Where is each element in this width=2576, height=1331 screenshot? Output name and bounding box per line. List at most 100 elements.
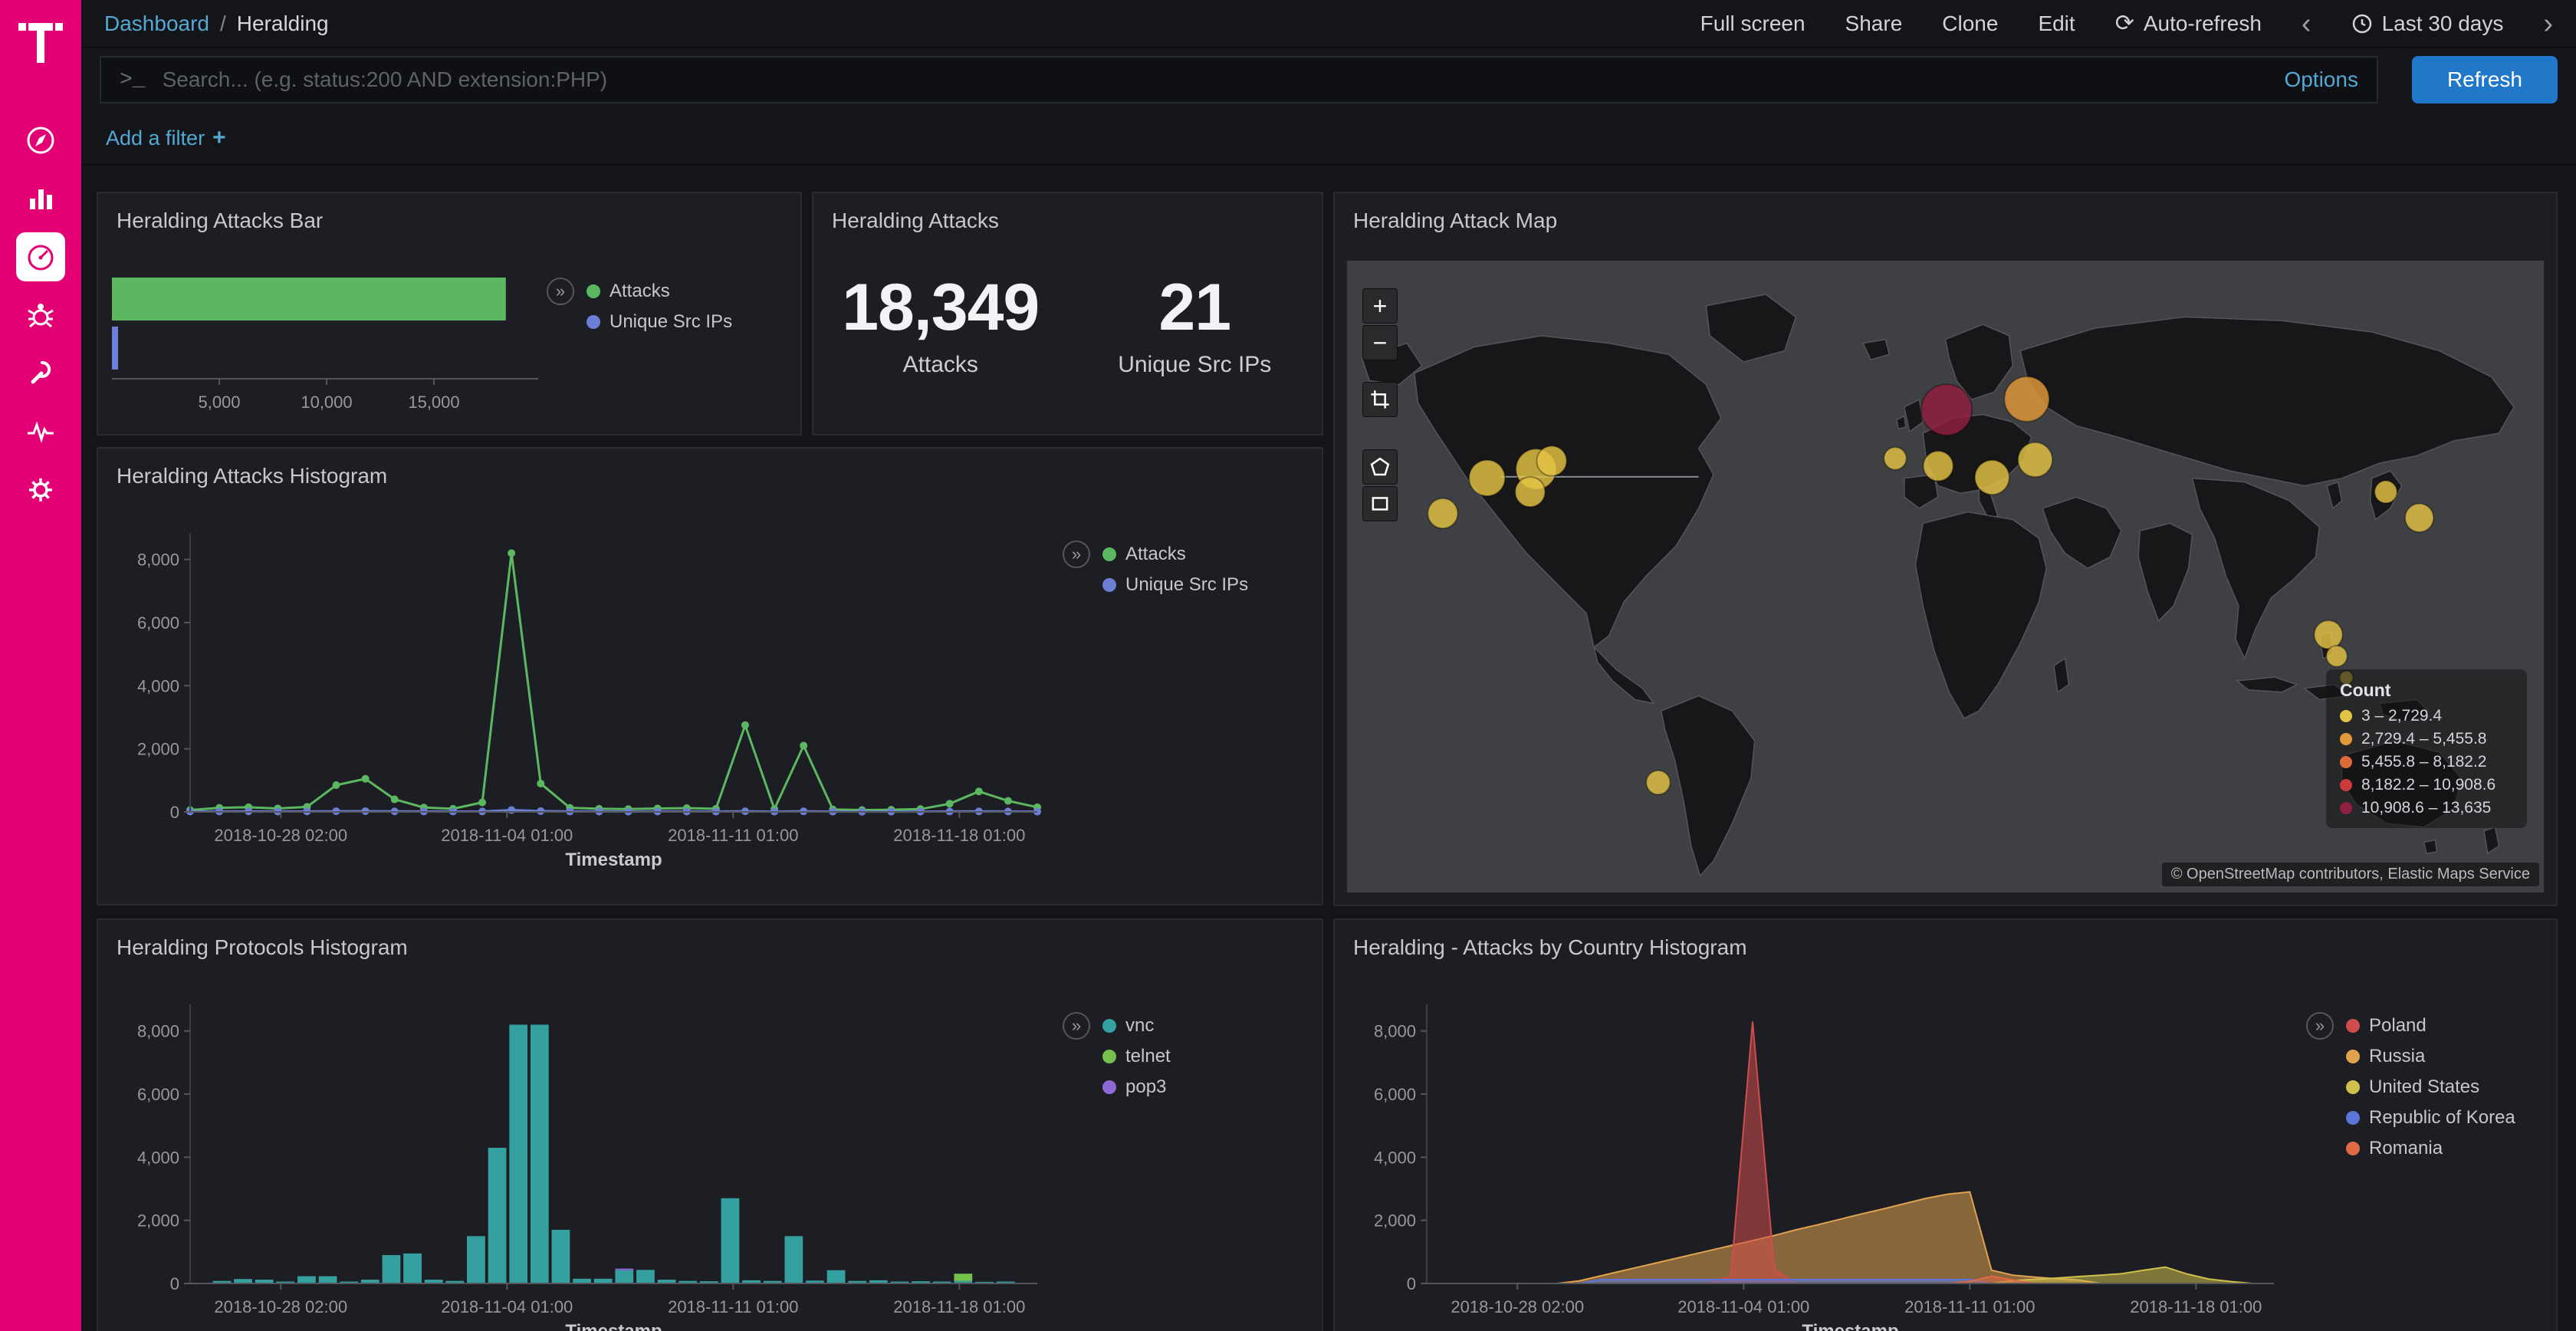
breadcrumb-dashboard-link[interactable]: Dashboard <box>104 12 209 36</box>
breadcrumb-separator: / <box>220 12 226 36</box>
legend-dot <box>2340 756 2352 768</box>
wrench-icon <box>24 357 58 390</box>
panel-heralding-attacks-histogram: Heralding Attacks Histogram 02,0004,0006… <box>97 447 1323 905</box>
svg-text:2018-11-04 01:00: 2018-11-04 01:00 <box>1677 1297 1809 1316</box>
svg-text:0: 0 <box>170 803 179 822</box>
legend-toggle[interactable]: » <box>547 278 574 305</box>
map-legend-title: Count <box>2340 680 2513 701</box>
legend-toggle[interactable]: » <box>1063 1012 1090 1040</box>
sidebar-item-honeypot[interactable] <box>16 291 65 340</box>
zoom-in-button[interactable]: + <box>1362 288 1398 324</box>
zoom-out-button[interactable]: − <box>1362 325 1398 360</box>
legend-item-telnet[interactable]: telnet <box>1102 1046 1171 1067</box>
breadcrumb-current: Heralding <box>237 12 329 36</box>
svg-text:8,000: 8,000 <box>1374 1022 1416 1041</box>
svg-text:8,000: 8,000 <box>137 550 179 570</box>
sidebar-item-settings[interactable] <box>16 465 65 514</box>
legend-dot <box>1102 547 1116 561</box>
svg-text:Timestamp: Timestamp <box>565 1321 662 1331</box>
time-forward-button[interactable]: › <box>2543 9 2553 38</box>
legend-toggle[interactable]: » <box>1063 541 1090 568</box>
legend-dot <box>2340 710 2352 722</box>
sidebar-item-tools[interactable] <box>16 349 65 398</box>
legend-item-poland[interactable]: Poland <box>2346 1015 2515 1037</box>
breadcrumb: Dashboard / Heralding <box>104 12 329 36</box>
clone-button[interactable]: Clone <box>1942 12 1998 36</box>
legend-item-russia[interactable]: Russia <box>2346 1046 2515 1067</box>
svg-text:15,000: 15,000 <box>408 393 459 412</box>
panel-title: Heralding - Attacks by Country Histogram <box>1335 920 2556 966</box>
options-link[interactable]: Options <box>2284 67 2358 92</box>
legend-item-unique-src-ips[interactable]: Unique Src IPs <box>1102 574 1248 596</box>
metric-unique-src-ips-label: Unique Src IPs <box>1068 352 1322 378</box>
filter-bar: Add a filter+ <box>81 112 2576 166</box>
svg-text:2,000: 2,000 <box>137 740 179 759</box>
country-histogram-chart[interactable]: 02,0004,0006,0008,0002018-10-28 02:00201… <box>1342 994 2301 1331</box>
refresh-cycle-icon: ⟳ <box>2115 12 2134 35</box>
heartbeat-icon <box>24 415 58 449</box>
search-input[interactable] <box>163 67 2271 92</box>
map-controls: + − <box>1362 288 1398 521</box>
sidebar-item-visualize[interactable] <box>16 174 65 223</box>
svg-text:2018-11-11 01:00: 2018-11-11 01:00 <box>668 1297 798 1316</box>
svg-text:2,000: 2,000 <box>137 1211 179 1231</box>
top-nav-actions: Full screen Share Clone Edit ⟳ Auto-refr… <box>1700 9 2553 38</box>
rectangle-tool-button[interactable] <box>1362 486 1398 521</box>
chart-legend: » vnc telnet pop3 <box>1063 1012 1171 1098</box>
map-legend-row: 10,908.6 – 13,635 <box>2340 799 2513 817</box>
map-attribution[interactable]: © OpenStreetMap contributors, Elastic Ma… <box>2162 863 2539 886</box>
attacks-bar-chart[interactable]: 5,00010,00015,000 <box>109 267 543 429</box>
metric-unique-src-ips-value: 21 <box>1068 270 1322 346</box>
map-legend-row: 3 – 2,729.4 <box>2340 707 2513 725</box>
svg-text:2018-10-28 02:00: 2018-10-28 02:00 <box>1451 1297 1584 1316</box>
panel-title: Heralding Attacks Histogram <box>98 449 1322 495</box>
protocols-histogram-chart[interactable]: 02,0004,0006,0008,0002018-10-28 02:00201… <box>106 994 1064 1331</box>
legend-dot <box>2340 733 2352 745</box>
attack-map[interactable]: + − Count 3 – 2,729.4 2,729.4 – 5,455 <box>1347 261 2544 892</box>
legend-item-romania[interactable]: Romania <box>2346 1138 2515 1159</box>
legend-item-pop3[interactable]: pop3 <box>1102 1076 1171 1098</box>
sidebar-item-dashboard[interactable] <box>16 232 65 281</box>
legend-item-attacks[interactable]: Attacks <box>1102 544 1248 565</box>
auto-refresh-button[interactable]: ⟳ Auto-refresh <box>2115 12 2262 36</box>
attacks-histogram-chart[interactable]: 02,0004,0006,0008,0002018-10-28 02:00201… <box>106 522 1064 890</box>
sidebar-nav <box>16 116 65 514</box>
time-back-button[interactable]: ‹ <box>2302 9 2312 38</box>
metric-unique-src-ips: 21 Unique Src IPs <box>1068 270 1322 378</box>
edit-button[interactable]: Edit <box>2038 12 2075 36</box>
legend-item-united-states[interactable]: United States <box>2346 1076 2515 1098</box>
compass-icon <box>24 123 58 157</box>
refresh-button[interactable]: Refresh <box>2412 56 2558 104</box>
gauge-icon <box>24 240 58 274</box>
search-bar[interactable]: >_ Options <box>100 56 2378 104</box>
svg-text:0: 0 <box>170 1274 179 1293</box>
share-button[interactable]: Share <box>1845 12 1903 36</box>
add-filter-link[interactable]: Add a filter+ <box>106 125 226 151</box>
fullscreen-button[interactable]: Full screen <box>1700 12 1806 36</box>
bug-icon <box>24 298 58 332</box>
legend-dot <box>2340 802 2352 814</box>
polygon-tool-button[interactable] <box>1362 449 1398 485</box>
sidebar-item-discover[interactable] <box>16 116 65 165</box>
legend-toggle[interactable]: » <box>2306 1012 2334 1040</box>
legend-item-republic-of-korea[interactable]: Republic of Korea <box>2346 1107 2515 1129</box>
clock-icon <box>2351 13 2373 35</box>
map-legend-row: 8,182.2 – 10,908.6 <box>2340 776 2513 794</box>
svg-text:6,000: 6,000 <box>1374 1085 1416 1104</box>
map-legend-row: 5,455.8 – 8,182.2 <box>2340 753 2513 771</box>
crop-tool-button[interactable] <box>1362 382 1398 417</box>
app-sidebar <box>0 0 81 1331</box>
svg-text:2018-11-18 01:00: 2018-11-18 01:00 <box>893 826 1025 845</box>
legend-dot <box>2346 1050 2360 1063</box>
panel-title: Heralding Attacks Bar <box>98 193 800 239</box>
legend-item-unique-src-ips[interactable]: Unique Src IPs <box>586 311 732 333</box>
panel-heralding-attacks-metric: Heralding Attacks 18,349 Attacks 21 Uniq… <box>812 192 1323 435</box>
legend-item-attacks[interactable]: Attacks <box>586 281 732 302</box>
svg-text:Timestamp: Timestamp <box>1802 1321 1898 1331</box>
t-logo-icon <box>18 23 63 69</box>
sidebar-item-monitoring[interactable] <box>16 407 65 456</box>
polygon-icon <box>1368 455 1392 478</box>
legend-item-vnc[interactable]: vnc <box>1102 1015 1171 1037</box>
panel-title: Heralding Protocols Histogram <box>98 920 1322 966</box>
time-range-button[interactable]: Last 30 days <box>2351 12 2504 36</box>
